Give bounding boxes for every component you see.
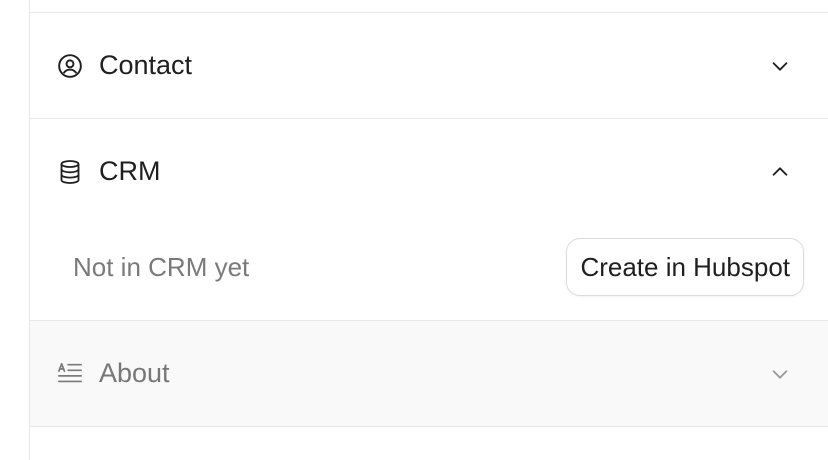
section-about: About	[30, 321, 828, 427]
user-circle-icon	[57, 53, 83, 79]
section-about-header[interactable]: About	[30, 321, 828, 426]
chevron-up-icon[interactable]	[768, 160, 792, 184]
previous-section-edge	[30, 0, 828, 13]
section-crm: CRM Not in CRM yet Create in Hubspot	[30, 119, 828, 321]
section-contact-header[interactable]: Contact	[30, 13, 828, 118]
text-align-icon	[57, 361, 83, 387]
section-crm-title: CRM	[99, 156, 161, 186]
database-icon	[57, 159, 83, 185]
section-contact: Contact	[30, 13, 828, 119]
details-panel: Contact CRM Not in CRM yet Create in Hub…	[29, 0, 828, 460]
chevron-down-icon[interactable]	[768, 54, 792, 78]
section-contact-title: Contact	[99, 50, 193, 80]
section-about-title: About	[99, 358, 170, 388]
next-section-edge	[30, 427, 828, 457]
create-in-hubspot-button[interactable]: Create in Hubspot	[566, 238, 804, 296]
screen: Contact CRM Not in CRM yet Create in Hub…	[0, 0, 828, 460]
section-crm-body: Not in CRM yet Create in Hubspot	[30, 214, 828, 320]
chevron-down-icon[interactable]	[768, 362, 792, 386]
section-crm-header[interactable]: CRM	[30, 119, 828, 224]
crm-status-text: Not in CRM yet	[73, 251, 250, 282]
left-gutter	[0, 0, 29, 460]
